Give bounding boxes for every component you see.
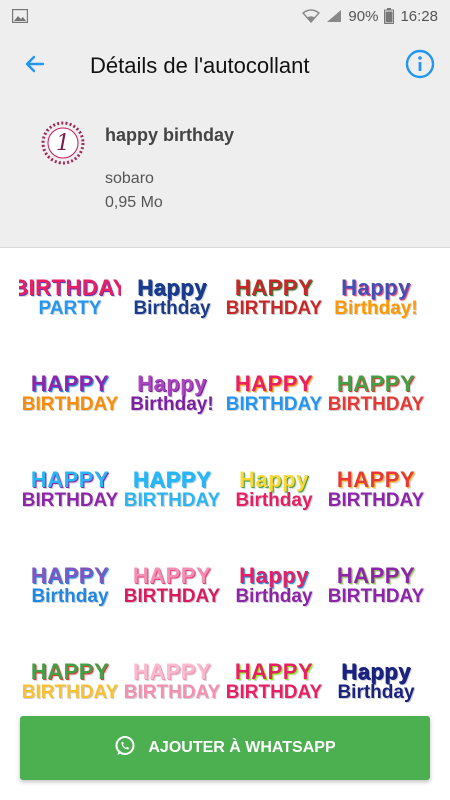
sticker-text-line2: PARTY (38, 297, 102, 319)
sticker-text-line2: BIRTHDAY (327, 393, 425, 415)
sticker-item[interactable]: Happy Birthday (121, 249, 223, 345)
sticker-item[interactable]: HAPPY BIRTHDAY (19, 633, 121, 709)
sticker-text-line1: HAPPY (234, 658, 314, 684)
pack-size: 0,95 Mo (105, 194, 163, 211)
sticker-text-line2: Birthday! (130, 393, 214, 415)
sticker-text-line1: BIRTHDAY (19, 274, 121, 300)
status-time: 16:28 (400, 7, 438, 25)
pack-name: happy birthday (105, 125, 235, 145)
info-button[interactable] (390, 32, 450, 100)
sticker-text-line1: HAPPY (132, 466, 212, 492)
sticker-text-line1: HAPPY (336, 370, 416, 396)
sticker-text-line2: Birthday (31, 585, 109, 607)
sticker-text-line1: HAPPY (30, 562, 110, 588)
sticker-item[interactable]: HAPPY BIRTHDAY (19, 345, 121, 441)
sticker-text-line2: Birthday (235, 585, 313, 607)
add-button-label: AJOUTER À WHATSAPP (148, 739, 336, 756)
sticker-item[interactable]: HAPPY BIRTHDAY (223, 249, 325, 345)
sticker-item[interactable]: HAPPY BIRTHDAY (121, 537, 223, 633)
sticker-text-line1: HAPPY (234, 274, 314, 300)
sticker-text-line1: Happy (341, 658, 411, 684)
sticker-text-line1: Happy (137, 274, 207, 300)
sticker-text-line2: BIRTHDAY (21, 393, 119, 415)
sticker-text-line2: BIRTHDAY (123, 489, 221, 511)
wifi-icon (302, 9, 321, 23)
sticker-item[interactable]: HAPPY BIRTHDAY (325, 345, 427, 441)
sticker-item[interactable]: HAPPY BIRTHDAY (121, 441, 223, 537)
sticker-item[interactable]: HAPPY BIRTHDAY (325, 441, 427, 537)
sticker-text-line1: HAPPY (132, 658, 212, 684)
sticker-item[interactable]: BIRTHDAY PARTY (19, 249, 121, 345)
sticker-text-line2: BIRTHDAY (225, 681, 323, 703)
sticker-item[interactable]: Happy Birthday! (325, 249, 427, 345)
image-notification-icon (12, 9, 28, 23)
pack-publisher: sobaro (105, 170, 154, 187)
sticker-item[interactable]: Happy Birthday (223, 441, 325, 537)
pack-tray-icon: 1 (40, 120, 86, 166)
sticker-text-line2: BIRTHDAY (123, 681, 221, 703)
arrow-left-icon (23, 52, 47, 81)
add-to-whatsapp-button[interactable]: AJOUTER À WHATSAPP (20, 716, 430, 780)
sticker-text-line1: HAPPY (132, 562, 212, 588)
page-title: Détails de l'autocollant (90, 53, 310, 78)
app-bar: Détails de l'autocollant (0, 32, 450, 100)
sticker-text-line2: BIRTHDAY (21, 681, 119, 703)
sticker-text-line2: BIRTHDAY (327, 585, 425, 607)
sticker-text-line1: HAPPY (336, 562, 416, 588)
sticker-item[interactable]: HAPPY BIRTHDAY (325, 537, 427, 633)
sticker-text-line2: Birthday (337, 681, 415, 703)
tray-number: 1 (56, 130, 70, 156)
sticker-text-line2: Birthday! (334, 297, 418, 319)
sticker-text-line1: HAPPY (234, 370, 314, 396)
sticker-item[interactable]: Happy Birthday (223, 537, 325, 633)
sticker-item[interactable]: HAPPY BIRTHDAY (121, 633, 223, 709)
sticker-item[interactable]: HAPPY BIRTHDAY (223, 633, 325, 709)
battery-percent: 90% (348, 7, 379, 25)
sticker-item[interactable]: Happy Birthday! (121, 345, 223, 441)
back-button[interactable] (0, 32, 70, 100)
sticker-item[interactable]: HAPPY BIRTHDAY (19, 441, 121, 537)
whatsapp-icon (114, 735, 136, 762)
sticker-text-line1: Happy (341, 274, 411, 300)
sticker-text-line2: Birthday (235, 489, 313, 511)
sticker-text-line1: Happy (239, 466, 309, 492)
info-icon (405, 49, 435, 84)
sticker-text-line1: HAPPY (336, 466, 416, 492)
battery-icon (384, 8, 395, 24)
sticker-text-line2: Birthday (133, 297, 211, 319)
sticker-text-line1: Happy (137, 370, 207, 396)
status-bar: 90% 16:28 (0, 0, 450, 32)
signal-icon (326, 9, 342, 23)
sticker-text-line1: Happy (239, 562, 309, 588)
sticker-item[interactable]: HAPPY Birthday (19, 537, 121, 633)
sticker-item[interactable]: Happy Birthday (325, 633, 427, 709)
sticker-text-line1: HAPPY (30, 370, 110, 396)
sticker-text-line2: BIRTHDAY (123, 585, 221, 607)
sticker-grid[interactable]: BIRTHDAY PARTY Happy Birthday HAPPY BIRTHDAY H… (0, 249, 450, 709)
sticker-item[interactable]: HAPPY BIRTHDAY (223, 345, 325, 441)
sticker-text-line2: BIRTHDAY (327, 489, 425, 511)
pack-header: 1 happy birthday sobaro 0,95 Mo (0, 100, 450, 248)
sticker-text-line1: HAPPY (30, 466, 110, 492)
sticker-text-line1: HAPPY (30, 658, 110, 684)
sticker-text-line2: BIRTHDAY (225, 297, 323, 319)
sticker-text-line2: BIRTHDAY (21, 489, 119, 511)
sticker-text-line2: BIRTHDAY (225, 393, 323, 415)
